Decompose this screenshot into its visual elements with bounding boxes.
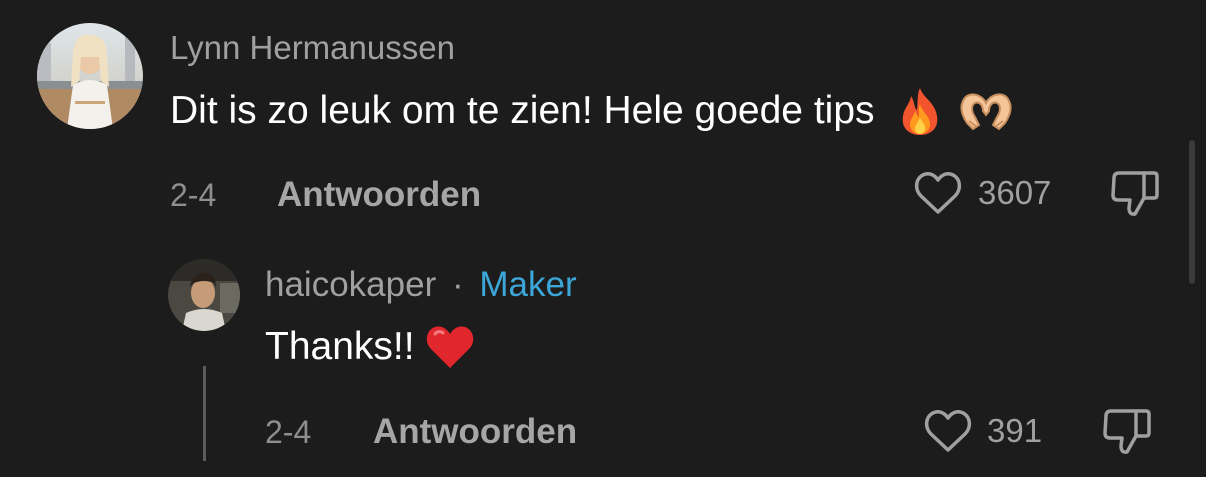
reply-like-count: 391 (987, 412, 1043, 449)
thumbs-down-icon (1103, 409, 1151, 454)
reply-username[interactable]: haicokaper (265, 265, 436, 304)
reply-avatar[interactable] (168, 259, 240, 331)
avatar[interactable] (37, 23, 143, 129)
reply-header: haicokaper · Maker (265, 265, 577, 305)
avatar-image (37, 23, 143, 129)
reply-like-button[interactable]: 391 (923, 408, 1042, 454)
thumbs-down-icon (1111, 171, 1159, 216)
comment-text-content: Dit is zo leuk om te zien! Hele goede ti… (170, 89, 875, 132)
separator-dot: · (451, 265, 464, 304)
heart-hands-emoji-icon (957, 91, 1015, 131)
reply-avatar-image (168, 259, 240, 331)
reply-date: 2-4 (265, 414, 312, 450)
reply-dislike-button[interactable] (1102, 408, 1152, 456)
like-count: 3607 (978, 174, 1052, 211)
like-button[interactable]: 3607 (913, 170, 1051, 216)
comment-date: 2-4 (170, 177, 217, 213)
thread-line (203, 366, 206, 461)
comment-username[interactable]: Lynn Hermanussen (170, 29, 455, 67)
reply-text: Thanks!! (265, 321, 475, 373)
heart-outline-icon (923, 408, 973, 454)
reply-button[interactable]: Antwoorden (277, 175, 481, 215)
red-heart-emoji-icon (425, 324, 475, 370)
reply-text-content: Thanks!! (265, 325, 415, 368)
scrollbar[interactable] (1189, 140, 1195, 284)
heart-outline-icon (913, 170, 963, 216)
dislike-button[interactable] (1110, 170, 1160, 218)
comment-text: Dit is zo leuk om te zien! Hele goede ti… (170, 87, 1015, 135)
creator-badge: Maker (479, 265, 577, 304)
fire-emoji-icon (897, 86, 943, 136)
reply-reply-button[interactable]: Antwoorden (373, 412, 577, 452)
